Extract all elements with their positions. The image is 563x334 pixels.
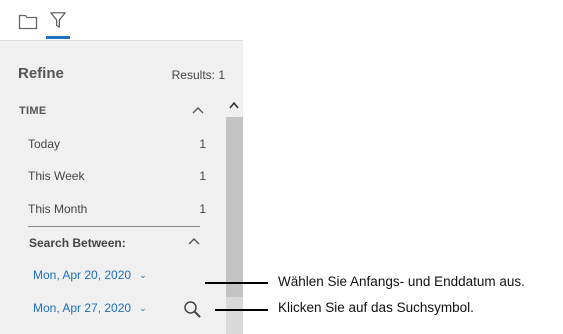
facet-item-today[interactable]: Today 1: [28, 135, 208, 155]
chevron-down-icon: ⌄: [139, 270, 147, 280]
end-date-value: Mon, Apr 27, 2020: [33, 301, 132, 315]
panel-tab-bar: [0, 0, 243, 41]
results-count: Results: 1: [171, 68, 225, 82]
callout-text-date: Wählen Sie Anfangs- und Enddatum aus.: [278, 274, 525, 289]
facet-label: This Month: [28, 202, 88, 216]
filter-icon[interactable]: [48, 11, 68, 29]
active-tab-indicator: [46, 36, 70, 39]
chevron-down-icon: ⌄: [139, 303, 147, 313]
collapse-search-chevron-icon[interactable]: [188, 237, 200, 245]
start-date-picker[interactable]: Mon, Apr 20, 2020 ⌄: [33, 268, 147, 282]
scroll-up-arrow-icon[interactable]: [229, 101, 239, 109]
refine-title: Refine: [18, 65, 64, 82]
section-divider: [28, 226, 200, 227]
facet-label: This Week: [28, 169, 85, 183]
facet-count: 1: [199, 202, 206, 216]
collapse-time-chevron-icon[interactable]: [192, 106, 204, 114]
search-between-label: Search Between:: [29, 236, 126, 250]
facet-item-this-month[interactable]: This Month 1: [28, 200, 208, 220]
time-section-header[interactable]: TIME: [19, 105, 46, 117]
facet-label: Today: [28, 137, 61, 151]
facet-count: 1: [199, 137, 206, 151]
callout-line-search: [215, 309, 268, 311]
start-date-value: Mon, Apr 20, 2020: [33, 268, 132, 282]
end-date-picker[interactable]: Mon, Apr 27, 2020 ⌄: [33, 301, 147, 315]
facet-item-this-week[interactable]: This Week 1: [28, 167, 208, 187]
folder-icon[interactable]: [18, 12, 38, 30]
scrollbar-thumb[interactable]: [226, 117, 243, 297]
callout-line-date: [205, 282, 268, 284]
callout-text-search: Klicken Sie auf das Suchsymbol.: [278, 300, 474, 315]
search-icon[interactable]: [183, 300, 201, 318]
facet-count: 1: [199, 169, 206, 183]
